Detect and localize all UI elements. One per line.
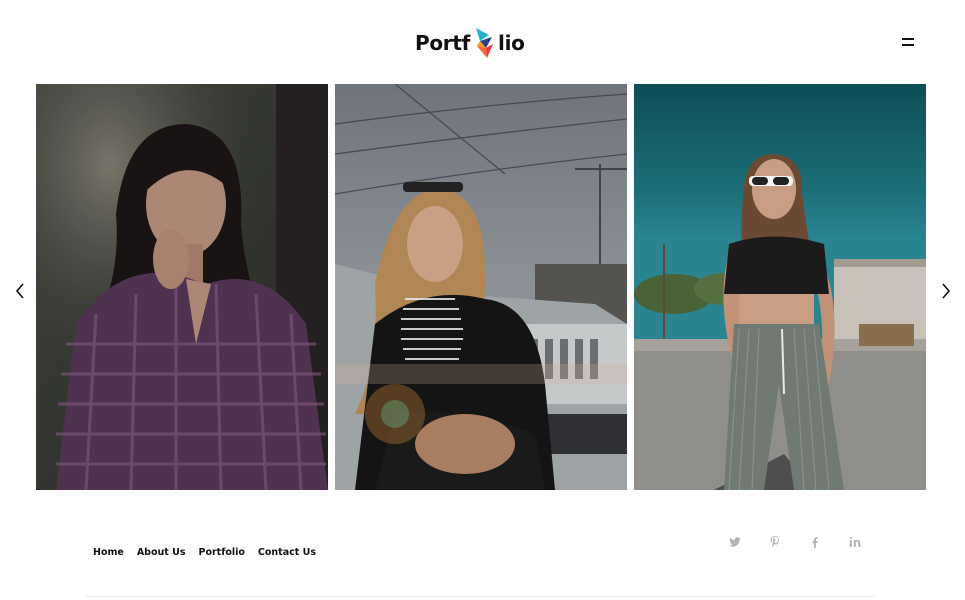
photo-woman-plaid-shirt — [36, 84, 328, 490]
menu-toggle-button[interactable] — [902, 35, 916, 47]
slider-prev-arrow[interactable] — [12, 282, 28, 300]
logo-text-right: lio — [498, 31, 525, 55]
footer-divider — [86, 596, 875, 597]
slide-1[interactable] — [36, 84, 328, 490]
menu-bar-top — [902, 38, 914, 40]
footer-link-about[interactable]: About Us — [137, 547, 186, 558]
slide-3[interactable] — [634, 84, 926, 490]
logo-mark-icon — [476, 28, 494, 58]
logo-text-left: Portf — [415, 31, 471, 55]
slide-2[interactable] — [335, 84, 627, 490]
photo-woman-car — [335, 84, 627, 490]
footer-link-home[interactable]: Home — [93, 547, 124, 558]
footer-link-portfolio[interactable]: Portfolio — [199, 547, 245, 558]
portfolio-page: Portf lio Home About Us Portfolio Contac… — [0, 0, 965, 600]
pinterest-icon[interactable] — [768, 535, 782, 549]
portfolio-slider — [36, 84, 926, 490]
photo-woman-street — [634, 84, 926, 490]
chevron-left-icon — [15, 283, 24, 299]
footer-nav: Home About Us Portfolio Contact Us — [93, 547, 329, 558]
social-links — [728, 535, 888, 549]
linkedin-icon[interactable] — [848, 535, 862, 549]
site-logo[interactable]: Portf lio — [415, 26, 525, 60]
slider-next-arrow[interactable] — [938, 282, 954, 300]
footer-link-contact[interactable]: Contact Us — [258, 547, 316, 558]
facebook-icon[interactable] — [808, 535, 822, 549]
twitter-icon[interactable] — [728, 535, 742, 549]
chevron-right-icon — [942, 283, 951, 299]
menu-bar-bottom — [902, 44, 914, 46]
